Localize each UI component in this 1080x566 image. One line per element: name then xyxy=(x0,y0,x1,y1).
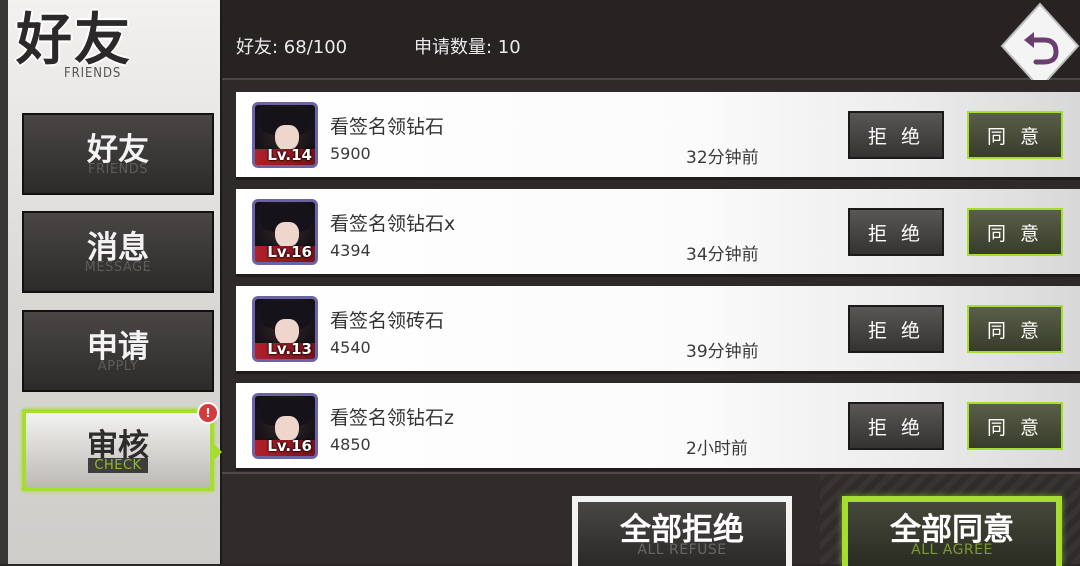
refuse-all-sublabel: ALL REFUSE xyxy=(637,542,727,558)
agree-button[interactable]: 同 意 xyxy=(967,402,1063,450)
nav-friends-sublabel: FRIENDS xyxy=(87,161,149,177)
request-time: 2小时前 xyxy=(686,439,748,459)
back-button[interactable] xyxy=(1000,0,1080,90)
request-row: Lv.13 看签名领砖石 4540 39分钟前 拒 绝 同 意 xyxy=(236,286,1080,374)
player-name: 看签名领钻石z xyxy=(330,407,454,429)
player-avatar[interactable]: Lv.14 xyxy=(252,102,318,168)
request-row: Lv.16 看签名领钻石z 4850 2小时前 拒 绝 同 意 xyxy=(236,383,1080,471)
player-id: 4850 xyxy=(330,435,371,454)
bottom-bar: 全部拒绝 ALL REFUSE 全部同意 ALL AGREE xyxy=(222,472,1080,566)
player-level: Lv.16 xyxy=(267,243,312,261)
request-time: 34分钟前 xyxy=(686,245,759,265)
nav-apply-sublabel: APPLY xyxy=(97,358,139,374)
left-panel: 好友 FRIENDS 好友 FRIENDS 消息 MESSAGE 申请 APPL… xyxy=(0,0,222,564)
player-id: 4394 xyxy=(330,241,371,260)
friends-count: 好友: 68/100 xyxy=(236,37,348,58)
player-level: Lv.16 xyxy=(267,437,312,455)
player-level: Lv.14 xyxy=(267,146,312,164)
player-id: 5900 xyxy=(330,144,371,163)
page-subtitle: FRIENDS xyxy=(64,66,122,81)
nav-apply-button[interactable]: 申请 APPLY xyxy=(22,310,214,392)
agree-button[interactable]: 同 意 xyxy=(967,208,1063,256)
player-name: 看签名领砖石 xyxy=(330,310,445,332)
player-id: 4540 xyxy=(330,338,371,357)
player-avatar[interactable]: Lv.16 xyxy=(252,199,318,265)
agree-all-sublabel: ALL AGREE xyxy=(911,542,993,558)
agree-button[interactable]: 同 意 xyxy=(967,305,1063,353)
player-avatar[interactable]: Lv.16 xyxy=(252,393,318,459)
request-row: Lv.14 看签名领钻石 5900 32分钟前 拒 绝 同 意 xyxy=(236,92,1080,180)
header-bar: 好友: 68/100 申请数量: 10 xyxy=(222,0,1080,90)
agree-button[interactable]: 同 意 xyxy=(967,111,1063,159)
nav-message-sublabel: MESSAGE xyxy=(84,259,152,275)
nav-friends-button[interactable]: 好友 FRIENDS xyxy=(22,113,214,195)
nav-check-button[interactable]: 审核 CHECK ! xyxy=(22,402,222,491)
request-time: 39分钟前 xyxy=(686,342,759,362)
player-avatar[interactable]: Lv.13 xyxy=(252,296,318,362)
nav-message-button[interactable]: 消息 MESSAGE xyxy=(22,211,214,293)
refuse-button[interactable]: 拒 绝 xyxy=(848,402,944,450)
refuse-all-button[interactable]: 全部拒绝 ALL REFUSE xyxy=(572,496,792,566)
request-count: 申请数量: 10 xyxy=(414,37,521,58)
request-row: Lv.16 看签名领钻石x 4394 34分钟前 拒 绝 同 意 xyxy=(236,189,1080,277)
nav-check-sublabel: CHECK xyxy=(88,457,148,473)
refuse-button[interactable]: 拒 绝 xyxy=(848,305,944,353)
player-name: 看签名领钻石x xyxy=(330,213,456,235)
player-level: Lv.13 xyxy=(267,340,312,358)
active-indicator-arrow xyxy=(213,443,222,461)
refuse-button[interactable]: 拒 绝 xyxy=(848,208,944,256)
player-name: 看签名领钻石 xyxy=(330,116,445,138)
request-time: 32分钟前 xyxy=(686,148,759,168)
notification-badge: ! xyxy=(197,402,219,424)
undo-arrow-icon xyxy=(1000,2,1080,90)
agree-all-button[interactable]: 全部同意 ALL AGREE xyxy=(842,496,1062,566)
refuse-button[interactable]: 拒 绝 xyxy=(848,111,944,159)
request-list[interactable]: Lv.14 看签名领钻石 5900 32分钟前 拒 绝 同 意 Lv.16 看签… xyxy=(222,80,1080,472)
